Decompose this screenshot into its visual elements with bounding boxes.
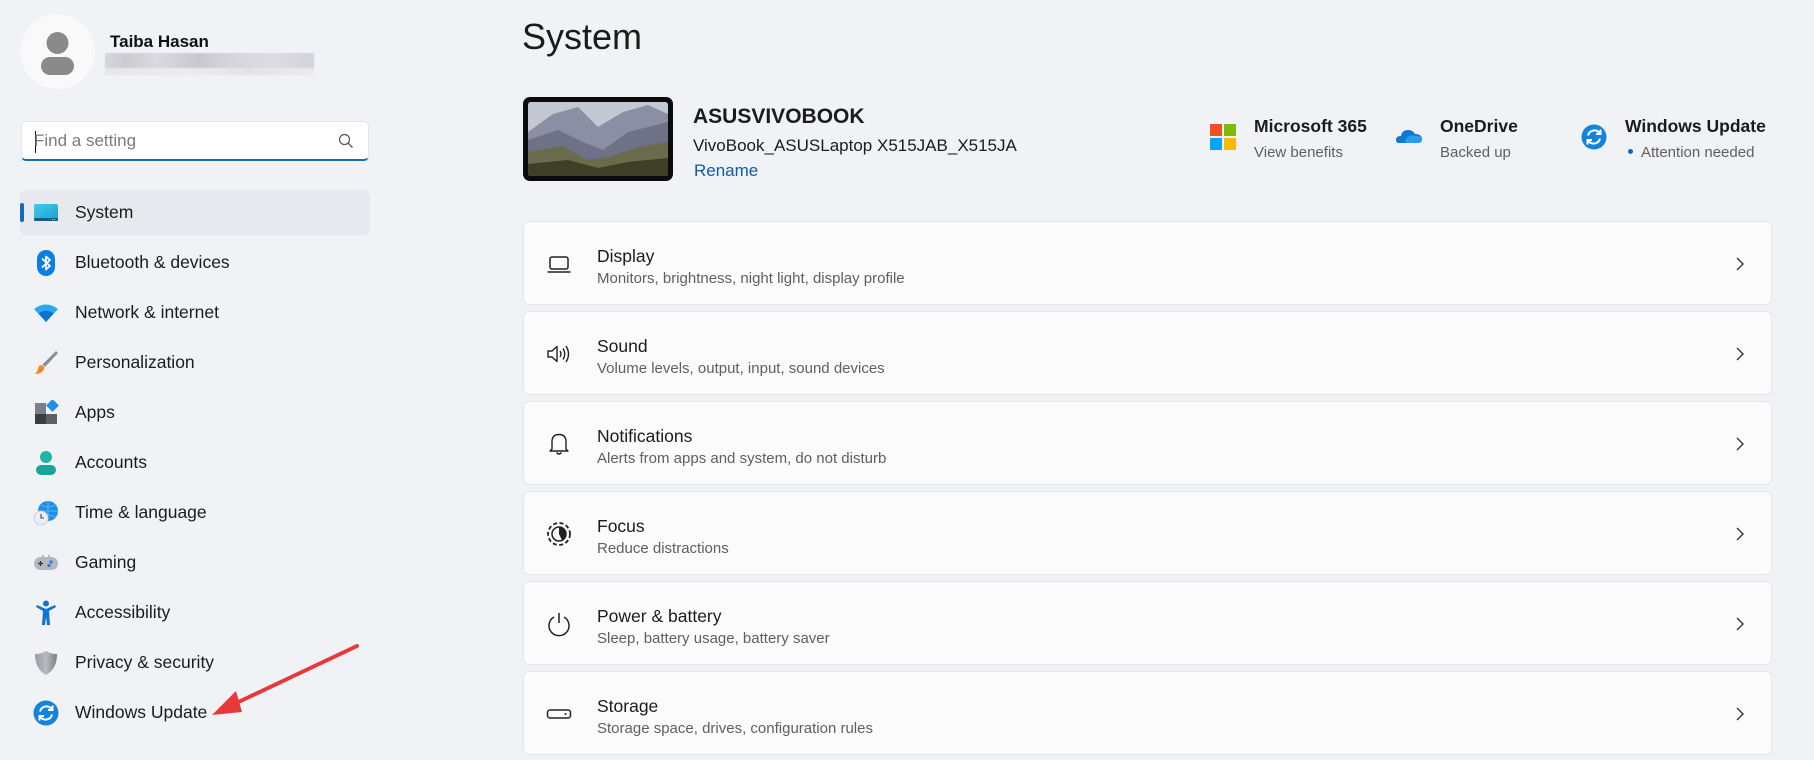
- search-box[interactable]: [21, 121, 369, 161]
- sidebar-item-gaming[interactable]: Gaming: [20, 540, 370, 585]
- sidebar-item-label: Network & internet: [75, 302, 219, 322]
- laptop-icon: [547, 256, 571, 273]
- update-icon: [1581, 124, 1607, 150]
- apps-icon: [35, 400, 59, 424]
- device-name: ASUSVIVOBOOK: [693, 105, 865, 128]
- search-icon[interactable]: [338, 133, 354, 149]
- quick-link-subtitle-wrapper: Attention needed: [1625, 144, 1754, 161]
- sidebar-item-privacy-security[interactable]: Privacy & security: [20, 640, 370, 685]
- status-dot-icon: [1628, 149, 1633, 155]
- chevron-right-icon: [1736, 617, 1744, 631]
- sidebar-item-label: Time & language: [75, 502, 207, 522]
- update-icon: [33, 700, 59, 726]
- bell-icon: [549, 433, 569, 455]
- card-subtitle: Alerts from apps and system, do not dist…: [597, 450, 887, 467]
- quick-link-title: Windows Update: [1625, 116, 1766, 136]
- wifi-icon: [34, 304, 58, 322]
- card-title: Focus: [597, 516, 645, 536]
- card-subtitle: Volume levels, output, input, sound devi…: [597, 360, 885, 377]
- quick-link-title: OneDrive: [1440, 116, 1518, 136]
- active-indicator: [20, 203, 24, 222]
- quick-link-title: Microsoft 365: [1254, 116, 1367, 136]
- sidebar-item-bluetooth-devices[interactable]: Bluetooth & devices: [20, 240, 370, 285]
- sidebar-item-label: Accounts: [75, 452, 147, 472]
- sidebar-item-system[interactable]: System: [20, 190, 370, 235]
- sidebar-item-personalization[interactable]: Personalization: [20, 340, 370, 385]
- wallpaper-image: [528, 102, 668, 176]
- quick-link-microsoft-365[interactable]: Microsoft 365 View benefits: [1210, 114, 1370, 164]
- gamepad-icon: [34, 555, 58, 570]
- storage-drive-icon: [546, 709, 572, 719]
- microsoft-logo-icon: [1210, 124, 1236, 150]
- focus-icon: [547, 522, 571, 546]
- search-input[interactable]: [34, 130, 334, 152]
- speaker-icon: [547, 345, 570, 363]
- quick-link-subtitle: Attention needed: [1641, 144, 1755, 161]
- account-icon: [36, 451, 56, 475]
- user-avatar[interactable]: [20, 14, 95, 89]
- accessibility-icon: [36, 600, 56, 625]
- sidebar-item-time-language[interactable]: Time & language: [20, 490, 370, 535]
- rename-link[interactable]: Rename: [694, 161, 758, 181]
- mountain-landscape-image: [528, 102, 668, 176]
- sidebar-item-label: Windows Update: [75, 702, 208, 722]
- paintbrush-icon: [35, 351, 58, 374]
- person-icon: [41, 32, 74, 75]
- device-model: VivoBook_ASUSLaptop X515JAB_X515JA: [693, 136, 1017, 155]
- settings-card-display[interactable]: Display Monitors, brightness, night ligh…: [523, 221, 1772, 305]
- card-subtitle: Storage space, drives, configuration rul…: [597, 720, 873, 737]
- sidebar-item-network-internet[interactable]: Network & internet: [20, 290, 370, 335]
- sidebar-item-label: System: [75, 202, 134, 222]
- sidebar-item-label: Bluetooth & devices: [75, 252, 230, 272]
- sidebar-item-accounts[interactable]: Accounts: [20, 440, 370, 485]
- card-title: Storage: [597, 696, 659, 716]
- sidebar-item-label: Privacy & security: [75, 652, 215, 672]
- bluetooth-icon: [37, 250, 55, 276]
- chevron-right-icon: [1736, 437, 1744, 451]
- shield-icon: [35, 651, 57, 675]
- quick-link-onedrive[interactable]: OneDrive Backed up: [1396, 114, 1556, 164]
- chevron-right-icon: [1736, 527, 1744, 541]
- sidebar-item-accessibility[interactable]: Accessibility: [20, 590, 370, 635]
- sidebar-nav: System Bluetooth & devices Network & int…: [20, 190, 370, 740]
- globe-clock-icon: [33, 501, 58, 526]
- sidebar-item-label: Gaming: [75, 552, 137, 572]
- settings-card-list: Display Monitors, brightness, night ligh…: [523, 221, 1772, 760]
- chevron-right-icon: [1736, 347, 1744, 361]
- settings-card-notifications[interactable]: Notifications Alerts from apps and syste…: [523, 401, 1772, 485]
- quick-link-subtitle: Backed up: [1440, 144, 1511, 161]
- settings-card-power-battery[interactable]: Power & battery Sleep, battery usage, ba…: [523, 581, 1772, 665]
- settings-card-sound[interactable]: Sound Volume levels, output, input, soun…: [523, 311, 1772, 395]
- onedrive-cloud-icon: [1396, 130, 1422, 143]
- device-wallpaper-thumbnail[interactable]: [523, 97, 673, 181]
- settings-card-focus[interactable]: Focus Reduce distractions: [523, 491, 1772, 575]
- sidebar-item-label: Personalization: [75, 352, 195, 372]
- card-subtitle: Sleep, battery usage, battery saver: [597, 630, 830, 647]
- card-subtitle: Monitors, brightness, night light, displ…: [597, 270, 905, 287]
- power-icon: [548, 613, 570, 637]
- user-name: Taiba Hasan: [110, 32, 209, 51]
- quick-link-subtitle: View benefits: [1254, 144, 1343, 161]
- sidebar-item-label: Accessibility: [75, 602, 171, 622]
- page-title: System: [522, 16, 643, 57]
- user-email-obscured: [105, 53, 314, 75]
- card-subtitle: Reduce distractions: [597, 540, 729, 557]
- card-title: Notifications: [597, 426, 693, 446]
- settings-card-storage[interactable]: Storage Storage space, drives, configura…: [523, 671, 1772, 755]
- chevron-right-icon: [1736, 257, 1744, 271]
- card-title: Display: [597, 246, 655, 266]
- sidebar-item-windows-update[interactable]: Windows Update: [20, 690, 370, 735]
- system-icon: [34, 204, 58, 221]
- sidebar-item-label: Apps: [75, 402, 115, 422]
- sidebar-item-apps[interactable]: Apps: [20, 390, 370, 435]
- card-title: Power & battery: [597, 606, 722, 626]
- card-title: Sound: [597, 336, 648, 356]
- quick-link-windows-update[interactable]: Windows Update Attention needed: [1581, 114, 1781, 164]
- chevron-right-icon: [1736, 707, 1744, 721]
